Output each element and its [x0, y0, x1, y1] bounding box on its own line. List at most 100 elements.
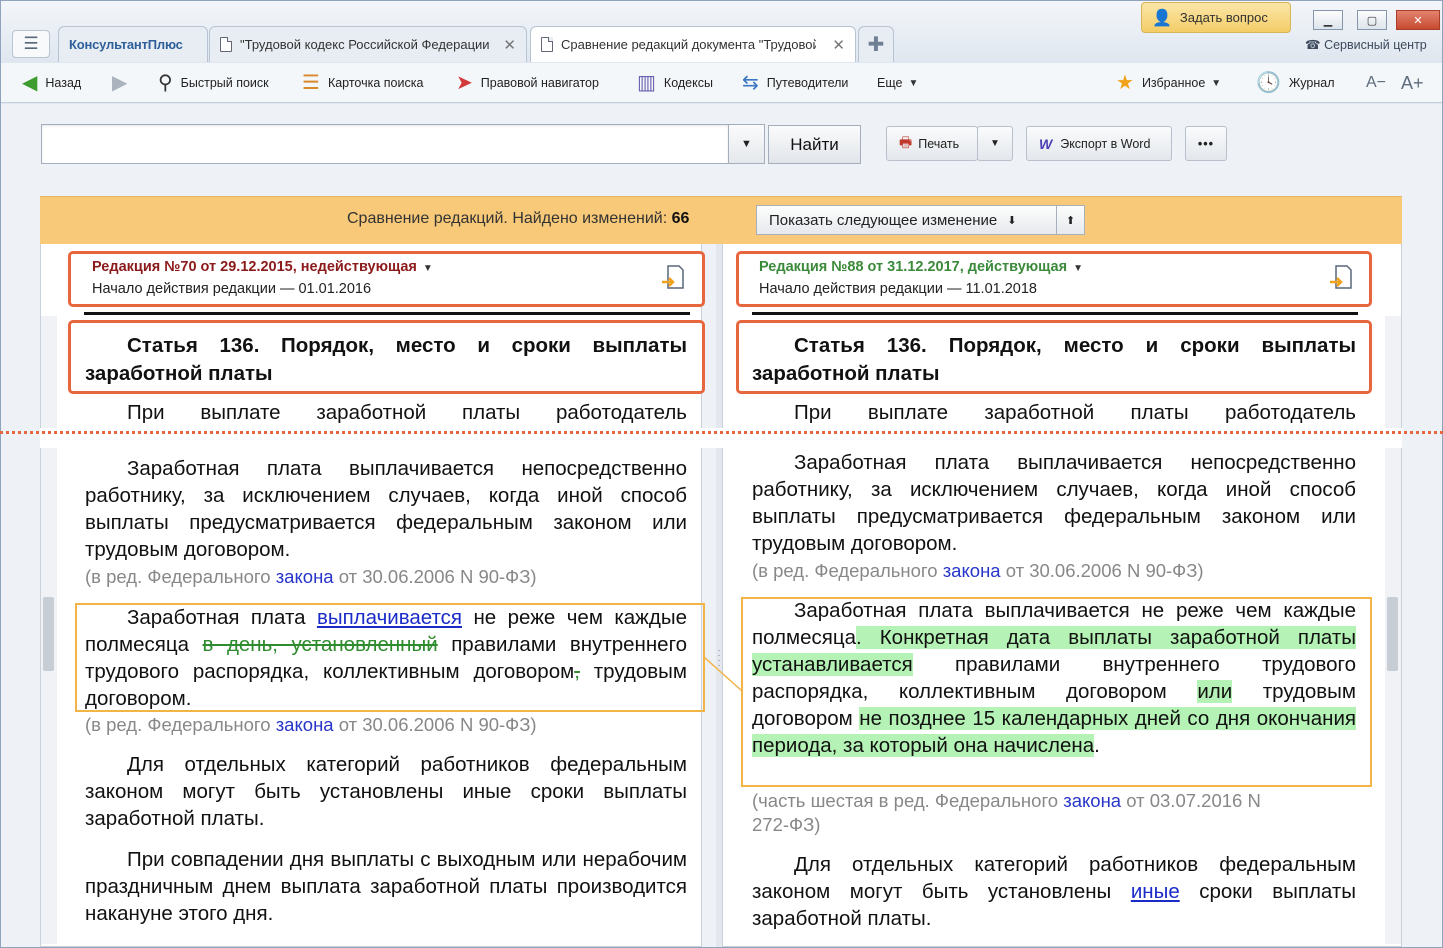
codes-button[interactable]: ▥ Кодексы: [637, 71, 713, 95]
changes-found-text: Сравнение редакций. Найдено изменений: 6…: [347, 210, 690, 227]
more-actions-button[interactable]: •••: [1185, 126, 1227, 161]
app-logo: КонсультантПлюс: [69, 37, 183, 52]
arrow-left-icon: ◀: [22, 72, 38, 94]
omitted-content-line: [0, 431, 1443, 434]
search-input[interactable]: [41, 124, 729, 164]
arrow-up-icon: ⬆: [1065, 214, 1076, 227]
main-menu-button[interactable]: ☰: [12, 30, 50, 58]
forward-button[interactable]: ▶: [112, 71, 135, 95]
left-separator: [84, 312, 690, 315]
more-menu-button[interactable]: Еще ▼: [877, 71, 918, 95]
left-edition-note: (в ред. Федерального закона от 30.06.200…: [85, 566, 537, 587]
right-paragraph: При выплате заработной платы работодател…: [794, 401, 1356, 424]
left-version-title: Редакция №70 от 29.12.2015, недействующа…: [92, 259, 417, 275]
pane-splitter[interactable]: [716, 244, 722, 947]
law-link[interactable]: закона: [276, 714, 334, 735]
tab-comparison[interactable]: Сравнение редакций документа "Трудовой к…: [530, 26, 856, 62]
plus-icon: ✚: [867, 34, 885, 56]
codes-book-icon: ▥: [637, 72, 656, 94]
back-button[interactable]: ◀ Назад: [22, 71, 81, 95]
clock-icon: 🕓: [1256, 72, 1281, 94]
tab-label: "Трудовой кодекс Российской Федерации": [240, 37, 490, 52]
left-edition-note: (в ред. Федерального закона от 30.06.200…: [85, 714, 537, 735]
caret-down-icon: ▼: [990, 138, 1000, 149]
left-paragraph: Заработная плата выплачивается непосредс…: [85, 457, 687, 561]
term-link[interactable]: выплачивается: [317, 606, 462, 629]
next-change-button[interactable]: Показать следующее изменение ⬇: [756, 205, 1057, 235]
export-document-icon[interactable]: [661, 264, 685, 292]
left-article-title: Статья 136. Порядок, место и сроки выпла…: [85, 334, 687, 385]
font-larger-button[interactable]: A+: [1401, 71, 1424, 95]
tab-label: Сравнение редакций документа "Трудовой к…: [561, 37, 816, 52]
caret-down-icon: ▼: [1211, 77, 1222, 89]
minimize-button[interactable]: ▁: [1313, 10, 1343, 30]
print-options-dropdown[interactable]: ▼: [977, 126, 1013, 161]
caret-down-icon: ▼: [1073, 263, 1083, 274]
right-separator: [752, 312, 1358, 315]
legal-navigator-button[interactable]: ➤ Правовой навигатор: [456, 71, 599, 95]
comparison-bar: [40, 196, 1402, 244]
left-changed-paragraph: Заработная плата выплачивается не реже ч…: [85, 606, 687, 710]
right-edition-note: (часть шестая в ред. Федерального закона…: [752, 790, 1261, 811]
ask-question-label: Задать вопрос: [1179, 10, 1268, 25]
arrow-down-icon: ⬇: [1007, 214, 1017, 227]
maximize-button[interactable]: ▢: [1357, 10, 1387, 30]
document-icon: [220, 37, 232, 52]
search-card-icon: ☰: [302, 72, 320, 94]
changes-count: 66: [671, 210, 690, 227]
journal-button[interactable]: 🕓 Журнал: [1256, 71, 1335, 95]
left-paragraph: Для отдельных категорий работников федер…: [85, 753, 687, 830]
right-edition-note: (в ред. Федерального закона от 30.06.200…: [752, 560, 1204, 581]
inserted-text: или: [1197, 680, 1233, 703]
ask-question-button[interactable]: 👤 Задать вопрос: [1141, 2, 1291, 33]
caret-down-icon: ▼: [422, 263, 433, 274]
service-center-link[interactable]: ☎ Сервисный центр: [1305, 37, 1427, 52]
find-button[interactable]: Найти: [768, 125, 861, 164]
right-changed-paragraph: Заработная плата выплачивается не реже ч…: [752, 599, 1356, 757]
export-document-icon[interactable]: [1329, 264, 1353, 292]
right-paragraph: Заработная плата выплачивается непосредс…: [752, 451, 1356, 555]
left-scroll-thumb[interactable]: [43, 597, 54, 671]
previous-change-button[interactable]: ⬆: [1056, 205, 1085, 235]
law-link[interactable]: закона: [276, 566, 334, 587]
left-version-selector[interactable]: Редакция №70 от 29.12.2015, недействующа…: [92, 259, 433, 275]
right-version-title: Редакция №88 от 31.12.2017, действующая: [759, 259, 1068, 275]
search-history-dropdown[interactable]: ▼: [728, 124, 765, 164]
close-icon[interactable]: ✕: [503, 36, 516, 54]
close-icon[interactable]: ✕: [832, 36, 845, 54]
quick-search-button[interactable]: ⚲ Быстрый поиск: [158, 71, 269, 95]
printer-icon: 🖶: [899, 133, 913, 150]
right-scroll-thumb[interactable]: [1387, 597, 1398, 671]
close-window-button[interactable]: ✕: [1396, 10, 1440, 30]
search-card-button[interactable]: ☰ Карточка поиска: [302, 71, 423, 95]
favorites-button[interactable]: ★ Избранное ▼: [1116, 71, 1221, 95]
guides-icon: ⇆: [742, 72, 759, 94]
law-link[interactable]: закона: [943, 560, 1001, 581]
export-word-button[interactable]: W Экспорт в Word: [1026, 126, 1172, 161]
tab-home[interactable]: КонсультантПлюс: [58, 26, 208, 62]
caret-down-icon: ▼: [908, 77, 919, 89]
print-button[interactable]: 🖶 Печать: [886, 126, 978, 161]
guides-button[interactable]: ⇆ Путеводители: [742, 71, 848, 95]
search-icon: ⚲: [158, 72, 173, 94]
deleted-text: в день, установленный: [202, 633, 438, 656]
arrow-right-icon: ▶: [112, 72, 128, 94]
left-version-start: Начало действия редакции — 01.01.2016: [92, 281, 372, 297]
new-tab-button[interactable]: ✚: [858, 26, 894, 62]
change-connector: [704, 656, 743, 692]
tab-document[interactable]: "Трудовой кодекс Российской Федерации" ✕: [209, 26, 527, 62]
caret-down-icon: ▼: [741, 138, 752, 150]
font-smaller-button[interactable]: A−: [1366, 71, 1386, 95]
right-version-selector[interactable]: Редакция №88 от 31.12.2017, действующая ▼: [759, 259, 1083, 275]
user-question-icon: 👤: [1152, 9, 1172, 27]
right-paragraph: Для отдельных категорий работников федер…: [752, 853, 1356, 930]
navigator-icon: ➤: [456, 72, 473, 94]
star-icon: ★: [1116, 72, 1134, 94]
right-edition-note-cont: 272-ФЗ): [752, 814, 821, 835]
hamburger-icon: ☰: [23, 34, 39, 53]
right-article-title: Статья 136. Порядок, место и сроки выпла…: [752, 334, 1356, 385]
term-link[interactable]: иные: [1131, 880, 1180, 903]
phone-icon: ☎: [1305, 38, 1321, 52]
word-icon: W: [1039, 135, 1053, 152]
law-link[interactable]: закона: [1063, 790, 1121, 811]
